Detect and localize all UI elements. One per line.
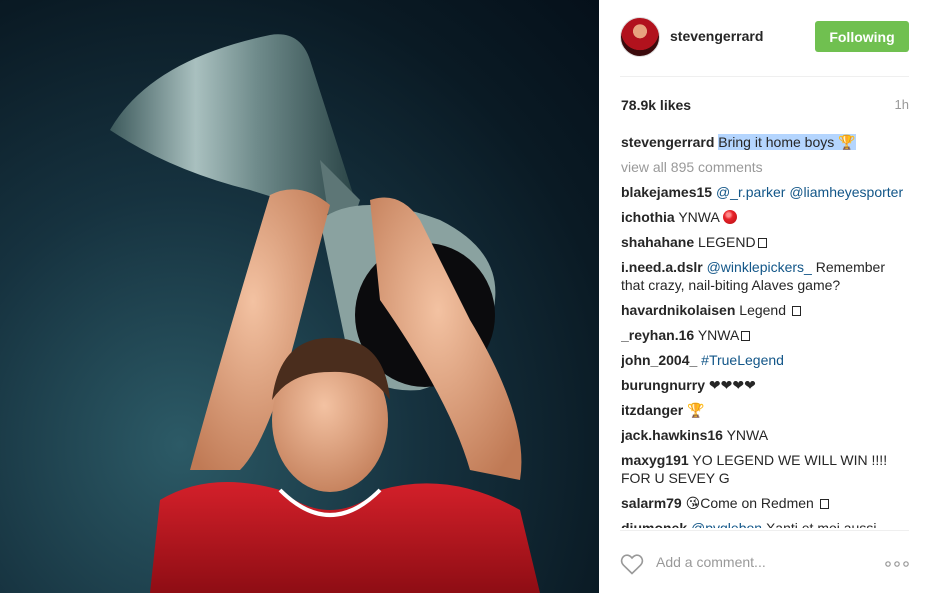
- comment-item: burungnurry ❤❤❤❤: [621, 376, 911, 394]
- post-caption: stevengerrard Bring it home boys 🏆: [621, 133, 911, 151]
- comment-items: blakejames15 @_r.parker @liamheyesporter…: [621, 183, 911, 528]
- comment-username[interactable]: blakejames15: [621, 184, 712, 200]
- comment-username[interactable]: maxyg191: [621, 452, 689, 468]
- likes-count[interactable]: 78.9k likes: [621, 97, 691, 113]
- comment-username[interactable]: john_2004_: [621, 352, 697, 368]
- post-time[interactable]: 1h: [895, 97, 909, 112]
- comment-text: ❤❤❤❤: [708, 377, 756, 393]
- comment-mention-link[interactable]: @_r.parker @liamheyesporter: [716, 184, 903, 200]
- comment-mention-link[interactable]: @pvglebon: [691, 520, 762, 528]
- comment-mention-link[interactable]: @winklepickers_: [707, 259, 812, 275]
- divider: [620, 76, 909, 77]
- comment-username[interactable]: itzdanger: [621, 402, 683, 418]
- comment-text: 🏆: [687, 402, 705, 418]
- post-details-panel: stevengerrard Following 78.9k likes 1h s…: [599, 0, 931, 593]
- comment-item: blakejames15 @_r.parker @liamheyesporter: [621, 183, 911, 201]
- comment-item: maxyg191 YO LEGEND WE WILL WIN !!!! FOR …: [621, 451, 911, 487]
- comment-username[interactable]: shahahane: [621, 234, 694, 250]
- comment-text: YNWA: [726, 427, 769, 443]
- comment-item: djumonek @pvglebon Xanti et moi aussi: [621, 519, 911, 528]
- comment-item: itzdanger 🏆: [621, 401, 911, 419]
- comment-mention-link[interactable]: #TrueLegend: [701, 352, 784, 368]
- unsupported-emoji-icon: [791, 306, 801, 316]
- comment-item: _reyhan.16 YNWA: [621, 326, 911, 344]
- comment-text: YNWA: [697, 327, 740, 343]
- comment-item: havardnikolaisen Legend: [621, 301, 911, 319]
- heart-icon[interactable]: [620, 553, 644, 575]
- comment-item: i.need.a.dslr @winklepickers_ Remember t…: [621, 258, 911, 294]
- comment-item: shahahane LEGEND: [621, 233, 911, 251]
- caption-text-content: Bring it home boys: [718, 134, 835, 150]
- comment-username[interactable]: i.need.a.dslr: [621, 259, 703, 275]
- comment-text: Xanti et moi aussi: [762, 520, 877, 528]
- view-all-comments-link[interactable]: view all 895 comments: [621, 158, 911, 176]
- comment-text: YNWA: [678, 209, 723, 225]
- comment-username[interactable]: burungnurry: [621, 377, 705, 393]
- unsupported-emoji-icon: [757, 238, 767, 248]
- post-username[interactable]: stevengerrard: [670, 28, 763, 44]
- comment-item: salarm79 😘Come on Redmen: [621, 494, 911, 512]
- comment-username[interactable]: ichothia: [621, 209, 675, 225]
- avatar[interactable]: [620, 17, 660, 57]
- unsupported-emoji-icon: [819, 499, 829, 509]
- unsupported-emoji-icon: [741, 331, 751, 341]
- post-header: stevengerrard Following: [620, 17, 909, 57]
- comment-username[interactable]: havardnikolaisen: [621, 302, 735, 318]
- post-photo[interactable]: [0, 0, 599, 593]
- red-ball-emoji-icon: [722, 210, 737, 224]
- comment-username[interactable]: salarm79: [621, 495, 682, 511]
- add-comment-input[interactable]: [656, 554, 876, 570]
- comment-text: Legend: [739, 302, 790, 318]
- caption-username[interactable]: stevengerrard: [621, 134, 714, 150]
- divider: [620, 530, 909, 531]
- comment-username[interactable]: jack.hawkins16: [621, 427, 723, 443]
- comment-username[interactable]: djumonek: [621, 520, 687, 528]
- comment-text: 😘Come on Redmen: [685, 495, 818, 511]
- comment-text: LEGEND: [698, 234, 756, 250]
- comment-item: jack.hawkins16 YNWA: [621, 426, 911, 444]
- comment-item: ichothia YNWA: [621, 208, 911, 226]
- trophy-emoji-icon: 🏆: [838, 134, 856, 150]
- caption-text: Bring it home boys 🏆: [718, 134, 856, 150]
- following-button[interactable]: Following: [815, 21, 909, 52]
- comments-list[interactable]: stevengerrard Bring it home boys 🏆 view …: [621, 133, 911, 528]
- comment-username[interactable]: _reyhan.16: [621, 327, 694, 343]
- post-footer: [620, 546, 909, 580]
- trophy-photo-illustration: [110, 34, 540, 593]
- more-options-icon[interactable]: [885, 561, 909, 567]
- comment-item: john_2004_ #TrueLegend: [621, 351, 911, 369]
